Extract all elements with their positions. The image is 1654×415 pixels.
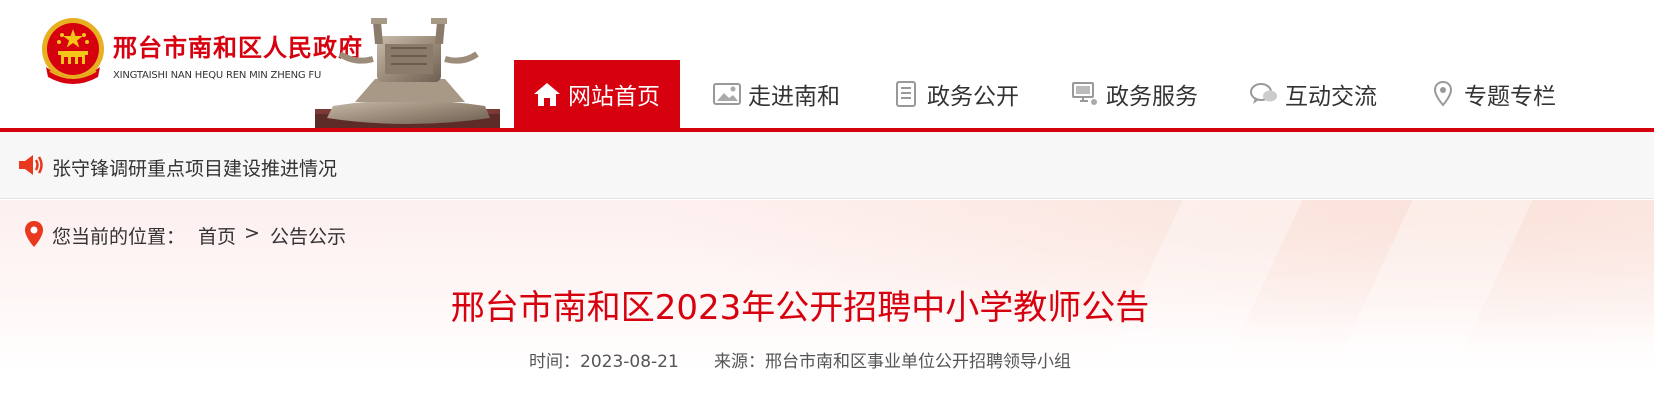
article-source: 来源：邢台市南和区事业单位公开招聘领导小组 <box>714 352 1071 372</box>
article-area: 您当前的位置： 首页 > 公告公示 邢台市南和区2023年公开招聘中小学教师公告… <box>0 200 1654 415</box>
nav-interaction-label: 互动交流 <box>1285 84 1377 110</box>
nav-government-services[interactable]: 政务服务 <box>1070 60 1198 128</box>
location-icon <box>1428 79 1458 109</box>
home-icon <box>532 79 562 109</box>
nav-home-label: 网站首页 <box>568 84 660 110</box>
site-header: 邢台市南和区人民政府 XINGTAISHI NAN HEQU REN MIN Z… <box>0 0 1654 130</box>
nav-government-services-label: 政务服务 <box>1106 84 1198 110</box>
chat-icon <box>1249 79 1279 109</box>
breadcrumb-label: 您当前的位置： <box>52 226 186 248</box>
nav-about-nanhe-label: 走进南和 <box>748 84 840 110</box>
nav-home[interactable]: 网站首页 <box>514 60 680 128</box>
article-date: 时间：2023-08-21 <box>529 352 679 372</box>
computer-icon <box>1070 79 1100 109</box>
nav-government-affairs-label: 政务公开 <box>927 84 1019 110</box>
nav-government-affairs[interactable]: 政务公开 <box>891 60 1019 128</box>
news-ticker: 张守锋调研重点项目建设推进情况 <box>0 132 1654 199</box>
nav-interaction[interactable]: 互动交流 <box>1249 60 1377 128</box>
ticker-headline-link[interactable]: 张守锋调研重点项目建设推进情况 <box>52 154 337 181</box>
nav-special-topics[interactable]: 专题专栏 <box>1428 60 1556 128</box>
ding-monument-image <box>315 18 500 130</box>
speaker-icon <box>19 155 43 175</box>
breadcrumb-current-link[interactable]: 公告公示 <box>270 222 346 249</box>
location-pin-icon <box>25 221 43 247</box>
main-nav: 网站首页 走进南和 政务公开 政务服务 互动交流 专题专栏 <box>514 60 1556 128</box>
picture-icon <box>712 79 742 109</box>
site-pinyin: XINGTAISHI NAN HEQU REN MIN ZHENG FU <box>113 70 322 81</box>
breadcrumb-separator: > <box>244 222 260 244</box>
breadcrumb-home-link[interactable]: 首页 <box>198 222 236 249</box>
article-title: 邢台市南和区2023年公开招聘中小学教师公告 <box>450 288 1150 328</box>
national-emblem-logo[interactable] <box>38 15 108 87</box>
nav-special-topics-label: 专题专栏 <box>1464 84 1556 110</box>
nav-about-nanhe[interactable]: 走进南和 <box>712 60 840 128</box>
document-icon <box>891 79 921 109</box>
